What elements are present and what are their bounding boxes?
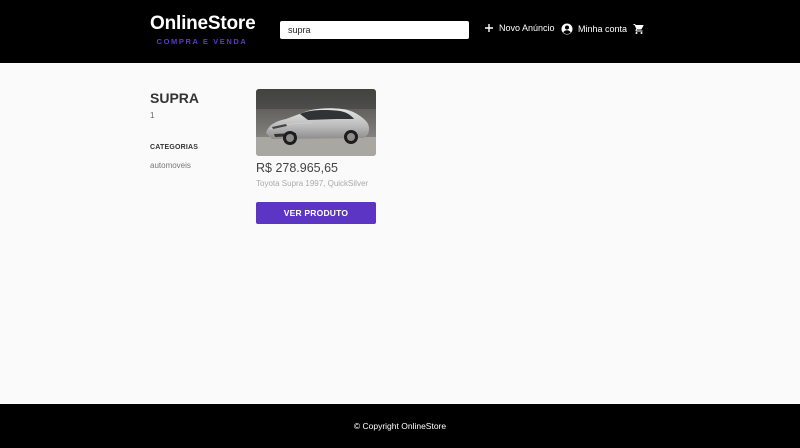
- my-account-button[interactable]: Minha conta: [561, 23, 627, 35]
- product-photo[interactable]: [256, 89, 376, 156]
- search-results-title: SUPRA: [150, 90, 200, 106]
- result-count: 1: [150, 111, 155, 120]
- footer-copyright: © Copyright OnlineStore: [353, 421, 447, 431]
- product-card: R$ 278.965,65 Toyota Supra 1997, QuickSi…: [256, 89, 376, 224]
- account-circle-icon: [561, 23, 573, 35]
- new-ad-label: Novo Anúncio: [499, 23, 555, 33]
- my-account-label: Minha conta: [578, 24, 628, 34]
- top-header: OnlineStore COMPRA E VENDA Novo Anúncio …: [0, 0, 800, 63]
- brand-logo[interactable]: OnlineStore COMPRA E VENDA: [150, 13, 256, 46]
- category-link-automoveis[interactable]: automoveis: [150, 161, 191, 170]
- footer: © Copyright OnlineStore: [0, 404, 800, 448]
- cart-button[interactable]: [633, 23, 650, 35]
- plus-icon: [485, 24, 493, 32]
- brand-name: OnlineStore: [150, 13, 256, 34]
- new-ad-button[interactable]: Novo Anúncio: [484, 23, 555, 33]
- view-product-button[interactable]: VER PRODUTO: [256, 202, 376, 224]
- shopping-cart-icon: [633, 24, 644, 34]
- categories-heading: CATEGORIAS: [150, 144, 199, 151]
- product-price: R$ 278.965,65: [256, 161, 339, 175]
- product-title: Toyota Supra 1997, QuickSilver: [256, 179, 369, 188]
- search-input[interactable]: [280, 21, 469, 39]
- brand-tagline: COMPRA E VENDA: [156, 37, 248, 46]
